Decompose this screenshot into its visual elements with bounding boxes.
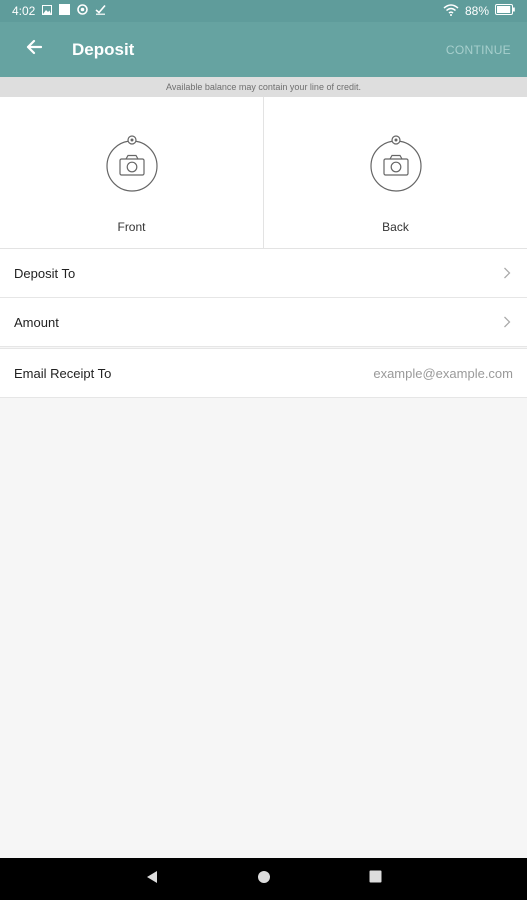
status-bar: 4:02 88%	[0, 0, 527, 22]
status-left: 4:02	[12, 4, 106, 18]
back-button[interactable]	[16, 32, 52, 68]
nav-recents-button[interactable]	[320, 858, 432, 900]
amount-row[interactable]: Amount	[0, 298, 527, 347]
home-circle-icon	[257, 870, 271, 889]
status-time: 4:02	[12, 4, 36, 18]
camera-icon	[368, 135, 424, 197]
deposit-to-row[interactable]: Deposit To	[0, 249, 527, 298]
nav-home-button[interactable]	[208, 858, 320, 900]
camera-icon	[104, 135, 160, 197]
nav-back-button[interactable]	[96, 858, 208, 900]
amount-label: Amount	[14, 314, 59, 330]
wifi-icon	[443, 3, 459, 19]
credit-info-banner: Available balance may contain your line …	[0, 77, 527, 97]
deposit-to-label: Deposit To	[14, 265, 76, 281]
email-receipt-row: Email Receipt To example@example.com	[0, 348, 527, 398]
continue-button[interactable]: CONTINUE	[446, 43, 511, 57]
app-bar: Deposit CONTINUE	[0, 22, 527, 77]
status-right: 88%	[443, 3, 515, 19]
image-icon	[42, 4, 53, 18]
battery-icon	[495, 4, 515, 18]
circle-record-icon	[77, 4, 89, 18]
front-label: Front	[117, 220, 146, 234]
page-title: Deposit	[72, 39, 135, 59]
capture-back-button[interactable]: Back	[264, 97, 527, 248]
arrow-left-icon	[26, 39, 43, 60]
square-icon	[59, 4, 71, 18]
chevron-right-icon	[501, 316, 513, 328]
check-capture-area: Front Back	[0, 97, 527, 249]
recents-square-icon	[369, 870, 382, 888]
check-icon	[95, 4, 106, 18]
email-receipt-label: Email Receipt To	[14, 365, 112, 381]
capture-front-button[interactable]: Front	[0, 97, 264, 248]
chevron-right-icon	[501, 267, 513, 279]
back-label: Back	[382, 220, 409, 234]
back-triangle-icon	[145, 870, 159, 889]
system-nav-bar	[0, 858, 527, 900]
battery-percent: 88%	[464, 4, 489, 18]
email-field[interactable]: example@example.com	[373, 366, 513, 381]
